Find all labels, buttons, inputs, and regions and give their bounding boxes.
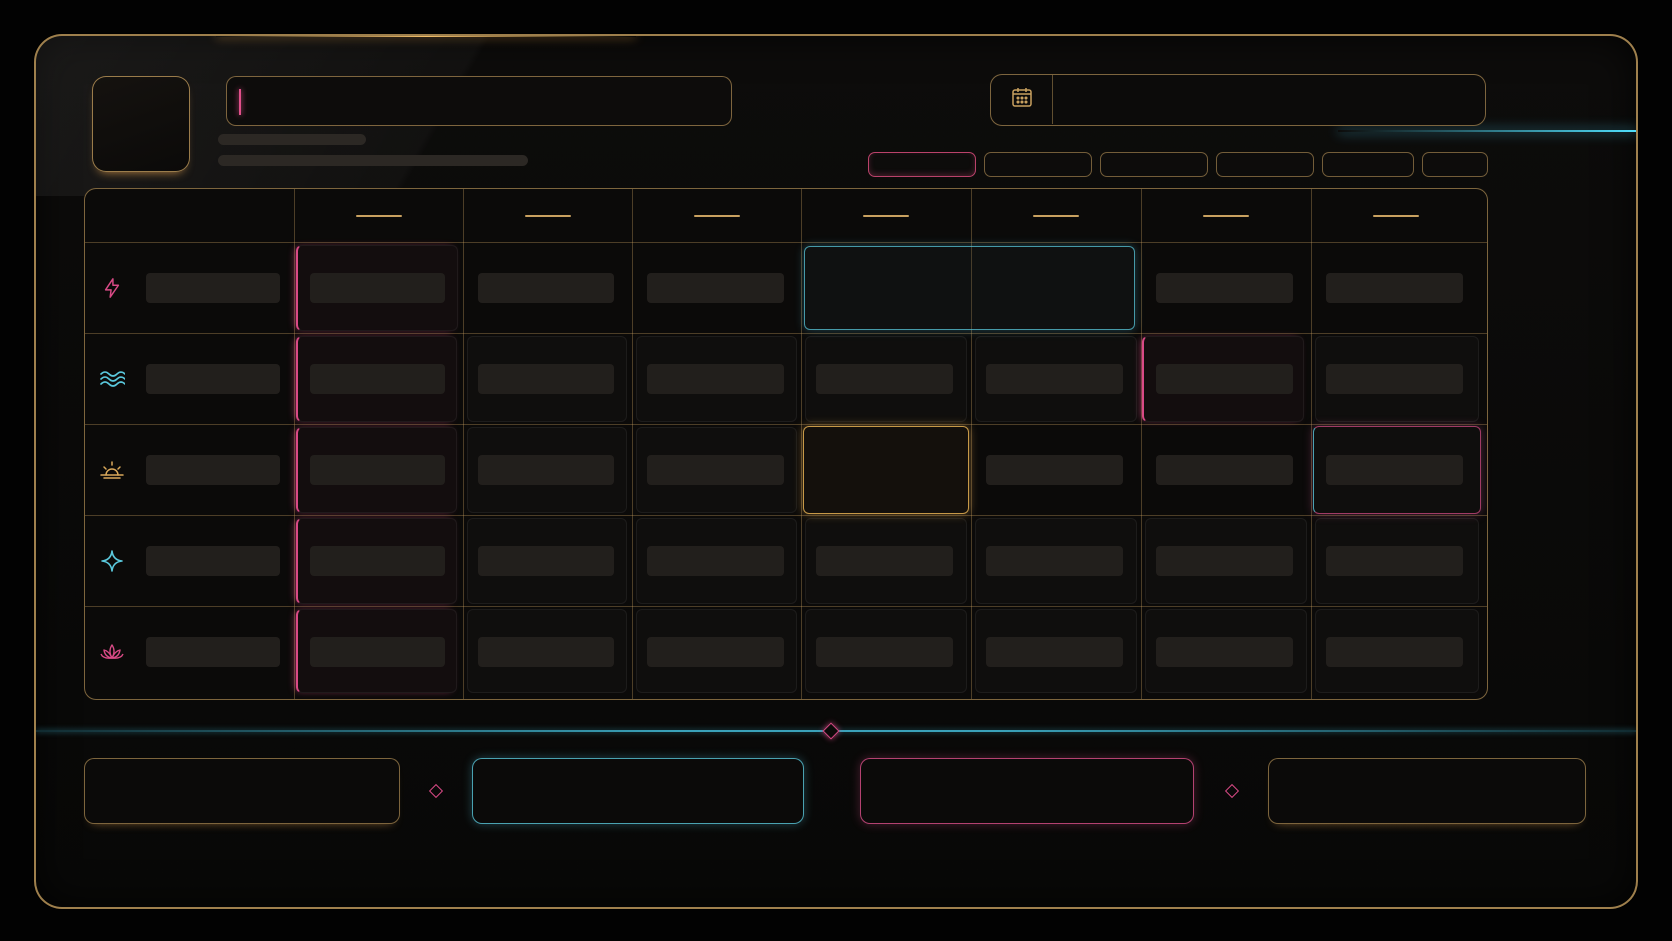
grid-divider bbox=[294, 189, 295, 699]
date-field[interactable] bbox=[990, 74, 1486, 126]
tab-6[interactable] bbox=[1422, 152, 1488, 177]
title-input[interactable] bbox=[226, 76, 732, 126]
schedule-event-block[interactable] bbox=[804, 246, 1135, 330]
day-header-2 bbox=[525, 215, 571, 217]
cell-placeholder bbox=[647, 546, 784, 576]
day-header-7 bbox=[1373, 215, 1419, 217]
cell-placeholder bbox=[478, 637, 614, 667]
cell-placeholder bbox=[816, 637, 953, 667]
footer-button-4[interactable] bbox=[1268, 758, 1586, 824]
text-caret bbox=[239, 89, 241, 115]
cell-placeholder bbox=[1326, 273, 1463, 303]
app-window bbox=[34, 34, 1638, 909]
cell-placeholder bbox=[986, 637, 1123, 667]
sunrise-icon bbox=[97, 455, 127, 485]
lotus-icon bbox=[97, 637, 127, 667]
cell-placeholder bbox=[310, 637, 445, 667]
day-header-4 bbox=[863, 215, 909, 217]
grid-divider bbox=[801, 189, 802, 699]
cell-placeholder bbox=[647, 637, 784, 667]
cell-placeholder bbox=[1326, 364, 1463, 394]
tab-1[interactable] bbox=[868, 152, 976, 177]
cell-placeholder bbox=[816, 546, 953, 576]
grid-divider bbox=[1141, 189, 1142, 699]
cell-placeholder bbox=[647, 364, 784, 394]
cell-placeholder bbox=[986, 455, 1123, 485]
schedule-grid bbox=[84, 188, 1488, 700]
tab-5[interactable] bbox=[1322, 152, 1414, 177]
cell-placeholder bbox=[816, 364, 953, 394]
diamond-ornament-icon bbox=[822, 722, 840, 740]
cell-placeholder bbox=[1326, 637, 1463, 667]
cell-placeholder bbox=[1156, 273, 1293, 303]
cell-placeholder bbox=[1156, 455, 1293, 485]
cell-placeholder bbox=[478, 273, 614, 303]
row-label-2 bbox=[146, 364, 280, 394]
row-label-3 bbox=[146, 455, 280, 485]
description-placeholder-bar bbox=[218, 155, 528, 166]
cell-placeholder bbox=[478, 546, 614, 576]
row-label-4 bbox=[146, 546, 280, 576]
cell-placeholder bbox=[310, 364, 445, 394]
cell-placeholder bbox=[986, 546, 1123, 576]
lightning-icon bbox=[97, 273, 127, 303]
cell-placeholder bbox=[478, 455, 614, 485]
logo-placeholder[interactable] bbox=[92, 76, 190, 172]
day-header-3 bbox=[694, 215, 740, 217]
cell-placeholder bbox=[1156, 546, 1293, 576]
footer-button-3[interactable] bbox=[860, 758, 1194, 824]
calendar-icon bbox=[1010, 85, 1034, 114]
day-header-1 bbox=[356, 215, 402, 217]
day-header-5 bbox=[1033, 215, 1079, 217]
cell-placeholder bbox=[310, 273, 445, 303]
cell-placeholder bbox=[310, 455, 445, 485]
grid-divider bbox=[85, 424, 1487, 425]
day-header-6 bbox=[1203, 215, 1249, 217]
diamond-ornament-icon bbox=[428, 783, 444, 799]
tab-2[interactable] bbox=[984, 152, 1092, 177]
grid-divider bbox=[85, 242, 1487, 243]
grid-divider bbox=[85, 606, 1487, 607]
cell-placeholder bbox=[1156, 637, 1293, 667]
grid-divider bbox=[85, 515, 1487, 516]
row-label-5 bbox=[146, 637, 280, 667]
diamond-ornament-icon bbox=[1224, 783, 1240, 799]
grid-divider bbox=[1311, 189, 1312, 699]
cell-placeholder bbox=[310, 546, 445, 576]
footer-button-2[interactable] bbox=[472, 758, 804, 824]
schedule-cell-selected[interactable] bbox=[803, 426, 969, 514]
cell-placeholder bbox=[1156, 364, 1293, 394]
cell-placeholder bbox=[647, 455, 784, 485]
cell-placeholder bbox=[647, 273, 784, 303]
cell-placeholder bbox=[478, 364, 614, 394]
row-label-1 bbox=[146, 273, 280, 303]
cell-placeholder bbox=[986, 364, 1123, 394]
cell-placeholder bbox=[1326, 455, 1463, 485]
cell-placeholder bbox=[1326, 546, 1463, 576]
footer-button-1[interactable] bbox=[84, 758, 400, 824]
grid-divider bbox=[85, 333, 1487, 334]
grid-divider bbox=[463, 189, 464, 699]
subtitle-placeholder-bar bbox=[218, 134, 366, 145]
right-glow-accent bbox=[1338, 130, 1636, 132]
top-glow-accent bbox=[216, 36, 636, 37]
waves-icon bbox=[97, 364, 127, 394]
calendar-button[interactable] bbox=[991, 75, 1053, 124]
sparkle-icon bbox=[97, 546, 127, 576]
tab-3[interactable] bbox=[1100, 152, 1208, 177]
tab-4[interactable] bbox=[1216, 152, 1314, 177]
grid-divider bbox=[632, 189, 633, 699]
